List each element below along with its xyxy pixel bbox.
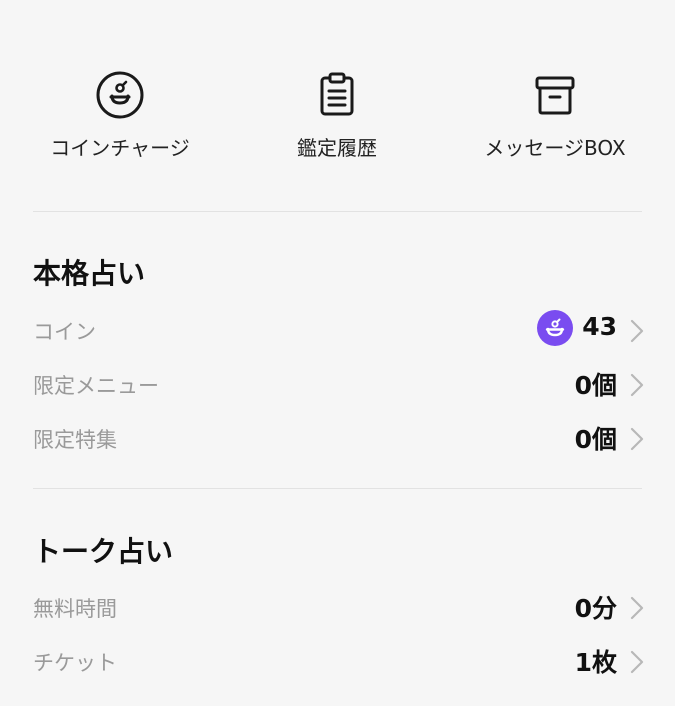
limited-menu-row[interactable]: 限定メニュー 0個 [33,364,645,404]
ticket-value: 1枚 [574,648,617,677]
chevron-right-icon [630,596,644,620]
ticket-row[interactable]: チケット 1枚 [33,641,645,681]
honkaku-section-title: 本格占い [33,257,146,290]
chevron-right-icon [630,319,644,343]
limited-menu-value: 0個 [574,371,617,400]
chevron-right-icon [630,650,644,674]
history-button[interactable]: 鑑定履歴 [237,70,437,170]
coin-row[interactable]: コイン 43 [33,310,645,350]
coin-badge-icon [537,310,573,346]
free-time-label: 無料時間 [33,597,117,621]
coin-charge-button[interactable]: コインチャージ [20,70,220,170]
clipboard-icon [320,72,354,116]
ticket-label: チケット [33,651,117,675]
divider [33,488,642,489]
quick-actions-bar: コインチャージ 鑑定履歴 メッセージBOX [0,0,675,212]
message-box-label: メッセージBOX [484,136,626,160]
limited-feature-value: 0個 [574,425,617,454]
coin-row-label: コイン [33,320,96,344]
talk-section-title: トーク占い [33,535,174,568]
free-time-row[interactable]: 無料時間 0分 [33,587,645,627]
chevron-right-icon [630,427,644,451]
limited-feature-row[interactable]: 限定特集 0個 [33,418,645,458]
free-time-value: 0分 [574,594,617,623]
message-box-button[interactable]: メッセージBOX [455,70,655,170]
divider [33,211,642,212]
history-label: 鑑定履歴 [297,136,377,160]
coin-row-value: 43 [582,312,617,341]
limited-menu-label: 限定メニュー [33,374,159,398]
limited-feature-label: 限定特集 [33,428,117,452]
box-icon [535,76,575,115]
coin-icon [96,71,144,119]
coin-charge-label: コインチャージ [50,136,190,160]
chevron-right-icon [630,373,644,397]
